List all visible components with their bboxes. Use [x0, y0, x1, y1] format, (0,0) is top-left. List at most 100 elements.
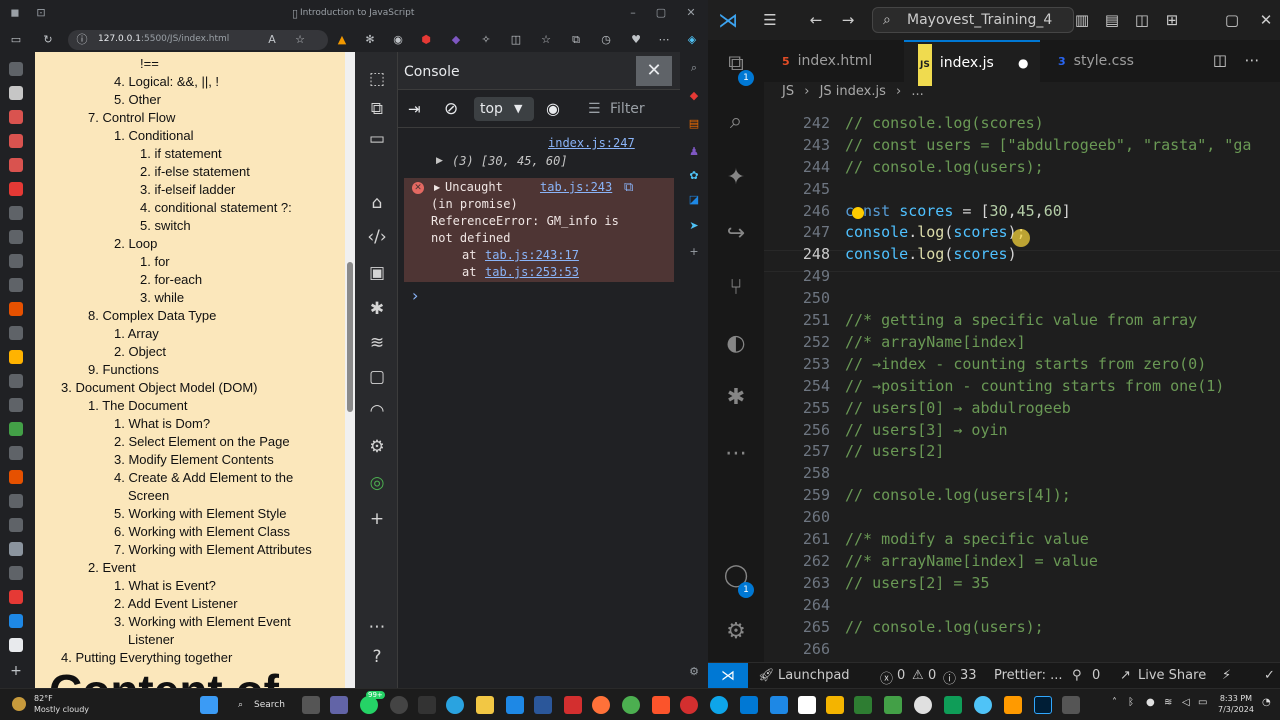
log-array-value[interactable]: (3) [30, 45, 60]: [452, 154, 568, 168]
tab-icon[interactable]: [9, 134, 23, 148]
code-line[interactable]: console.log(scores);: [845, 223, 1026, 241]
github-tab-icon[interactable]: [9, 542, 23, 556]
warning-count[interactable]: 0: [928, 668, 936, 683]
code-line[interactable]: // users[0] → abdulrogeeb: [845, 399, 1071, 417]
more-views-icon[interactable]: ⋯: [722, 440, 750, 468]
code-line[interactable]: // users[2]: [845, 442, 944, 460]
context-select[interactable]: top ▼: [474, 97, 534, 121]
firefox-icon[interactable]: [592, 696, 610, 714]
tab-icon[interactable]: [9, 374, 23, 388]
breadcrumb-file[interactable]: JS index.js: [820, 84, 886, 99]
launchpad-icon[interactable]: 🚀︎: [758, 668, 775, 683]
sidebar-toggle-icon[interactable]: ▭: [8, 32, 24, 48]
extensions-icon[interactable]: ✧: [478, 32, 494, 48]
tab-icon[interactable]: [9, 350, 23, 364]
tools-icon[interactable]: ▤: [686, 116, 702, 132]
source-control-icon[interactable]: ⑂: [722, 274, 750, 302]
settings-gear-icon[interactable]: ⚙: [686, 664, 702, 680]
adblock-icon[interactable]: ⬢: [418, 32, 434, 48]
code-line[interactable]: // console.log(users);: [845, 618, 1044, 636]
breadcrumb-folder[interactable]: JS: [782, 84, 794, 99]
volume-icon[interactable]: ◁: [1182, 697, 1190, 708]
brave-icon[interactable]: [652, 696, 670, 714]
application-icon[interactable]: ▢: [366, 366, 388, 388]
menu-icon[interactable]: ☰: [760, 10, 780, 30]
error-source-link[interactable]: tab.js:243: [540, 180, 612, 194]
tab-icon[interactable]: [9, 254, 23, 268]
ports-icon[interactable]: ⚲: [1072, 668, 1082, 683]
launchpad-label[interactable]: Launchpad: [778, 668, 850, 683]
page-scrollbar[interactable]: [345, 52, 355, 688]
code-line[interactable]: // →position - counting starts from one(…: [845, 377, 1224, 395]
check-icon[interactable]: ✓: [1264, 668, 1275, 683]
remote-icon[interactable]: ⋊: [708, 663, 748, 688]
tab-icon[interactable]: [9, 110, 23, 124]
device-emulation-icon[interactable]: ⧉: [366, 98, 388, 120]
share-icon[interactable]: ↪: [722, 220, 750, 248]
history-icon[interactable]: ◷: [598, 32, 614, 48]
chevron-up-icon[interactable]: ˄: [1112, 697, 1117, 708]
code-line[interactable]: // console.log(users[4]);: [845, 486, 1071, 504]
telegram-icon[interactable]: [446, 696, 464, 714]
expand-triangle-icon[interactable]: ▶: [436, 156, 443, 166]
browser-essentials-icon[interactable]: ♥: [628, 32, 644, 48]
error-count[interactable]: 0: [897, 668, 905, 683]
chrome-icon[interactable]: [622, 696, 640, 714]
tab-icon[interactable]: [9, 326, 23, 340]
tab-icon[interactable]: [9, 302, 23, 316]
search-icon[interactable]: ⌕: [686, 60, 702, 76]
more-icon[interactable]: ⋯: [656, 32, 672, 48]
performance-icon[interactable]: ◠: [366, 400, 388, 422]
close-icon[interactable]: ✕: [636, 56, 672, 86]
info-count-icon[interactable]: ⓘ: [943, 668, 956, 687]
active-tab-icon[interactable]: [9, 638, 23, 652]
live-expression-eye-icon[interactable]: ◉: [546, 99, 566, 119]
tab-icon[interactable]: [9, 158, 23, 172]
tab-icon[interactable]: [9, 62, 23, 76]
notification-icon[interactable]: ◔: [1262, 697, 1271, 708]
app-icon[interactable]: [770, 696, 788, 714]
scrollbar-thumb[interactable]: [347, 262, 353, 412]
code-line[interactable]: console.log(scores): [845, 245, 1017, 263]
games-icon[interactable]: ♟: [686, 144, 702, 160]
close-window-icon[interactable]: ✕: [684, 6, 698, 20]
weather-widget[interactable]: 82°F Mostly cloudy: [34, 693, 89, 715]
favorites-icon[interactable]: ☆: [538, 32, 554, 48]
customize-layout-icon[interactable]: ⊞: [1162, 10, 1182, 30]
filter-input[interactable]: ☰ Filter: [584, 97, 676, 121]
clear-console-icon[interactable]: ⊘: [444, 99, 464, 119]
send-icon[interactable]: ➤: [686, 218, 702, 234]
taskbar-search[interactable]: ⌕ Search: [232, 695, 290, 715]
error-count-icon[interactable]: ⓧ: [880, 668, 893, 687]
tab-icon[interactable]: [9, 470, 23, 484]
tab-icon[interactable]: [9, 590, 23, 604]
sidebar-toggle-icon[interactable]: ⇥: [408, 99, 428, 119]
memory-icon[interactable]: ◎: [366, 472, 388, 494]
breadcrumb-symbol[interactable]: ...: [911, 84, 923, 99]
app-icon[interactable]: [884, 696, 902, 714]
close-window-icon[interactable]: ✕: [1256, 10, 1276, 30]
forward-arrow-icon[interactable]: →: [838, 10, 858, 30]
tab-icon[interactable]: [9, 206, 23, 220]
notion-icon[interactable]: [798, 696, 816, 714]
tab-style-css[interactable]: 3 style.css: [1054, 40, 1164, 82]
mail-icon[interactable]: [506, 696, 524, 714]
inspect-icon[interactable]: ⬚: [366, 68, 388, 90]
network-icon[interactable]: ≋: [366, 332, 388, 354]
tab-icon[interactable]: [9, 182, 23, 196]
stack-link[interactable]: tab.js:243:17: [485, 248, 579, 262]
ports-count[interactable]: 0: [1092, 668, 1100, 683]
minimize-icon[interactable]: –: [626, 6, 640, 20]
split-editor-icon[interactable]: ◫: [1210, 50, 1230, 70]
copilot-explain-icon[interactable]: ⧉: [624, 180, 633, 195]
command-center-search[interactable]: ⌕ Mayovest_Training_4: [872, 7, 1074, 33]
photoshop-icon[interactable]: [1034, 696, 1052, 714]
warning-count-icon[interactable]: ⚠: [912, 668, 924, 683]
console-prompt[interactable]: ›: [412, 286, 418, 305]
live-share-label[interactable]: Live Share: [1138, 668, 1206, 683]
new-tab-icon[interactable]: +: [9, 664, 23, 678]
tab-icon[interactable]: [9, 278, 23, 292]
prettier-status[interactable]: Prettier: ...: [994, 668, 1063, 683]
maps-icon[interactable]: [418, 696, 436, 714]
toggle-secondary-sidebar-icon[interactable]: ◫: [1132, 10, 1152, 30]
